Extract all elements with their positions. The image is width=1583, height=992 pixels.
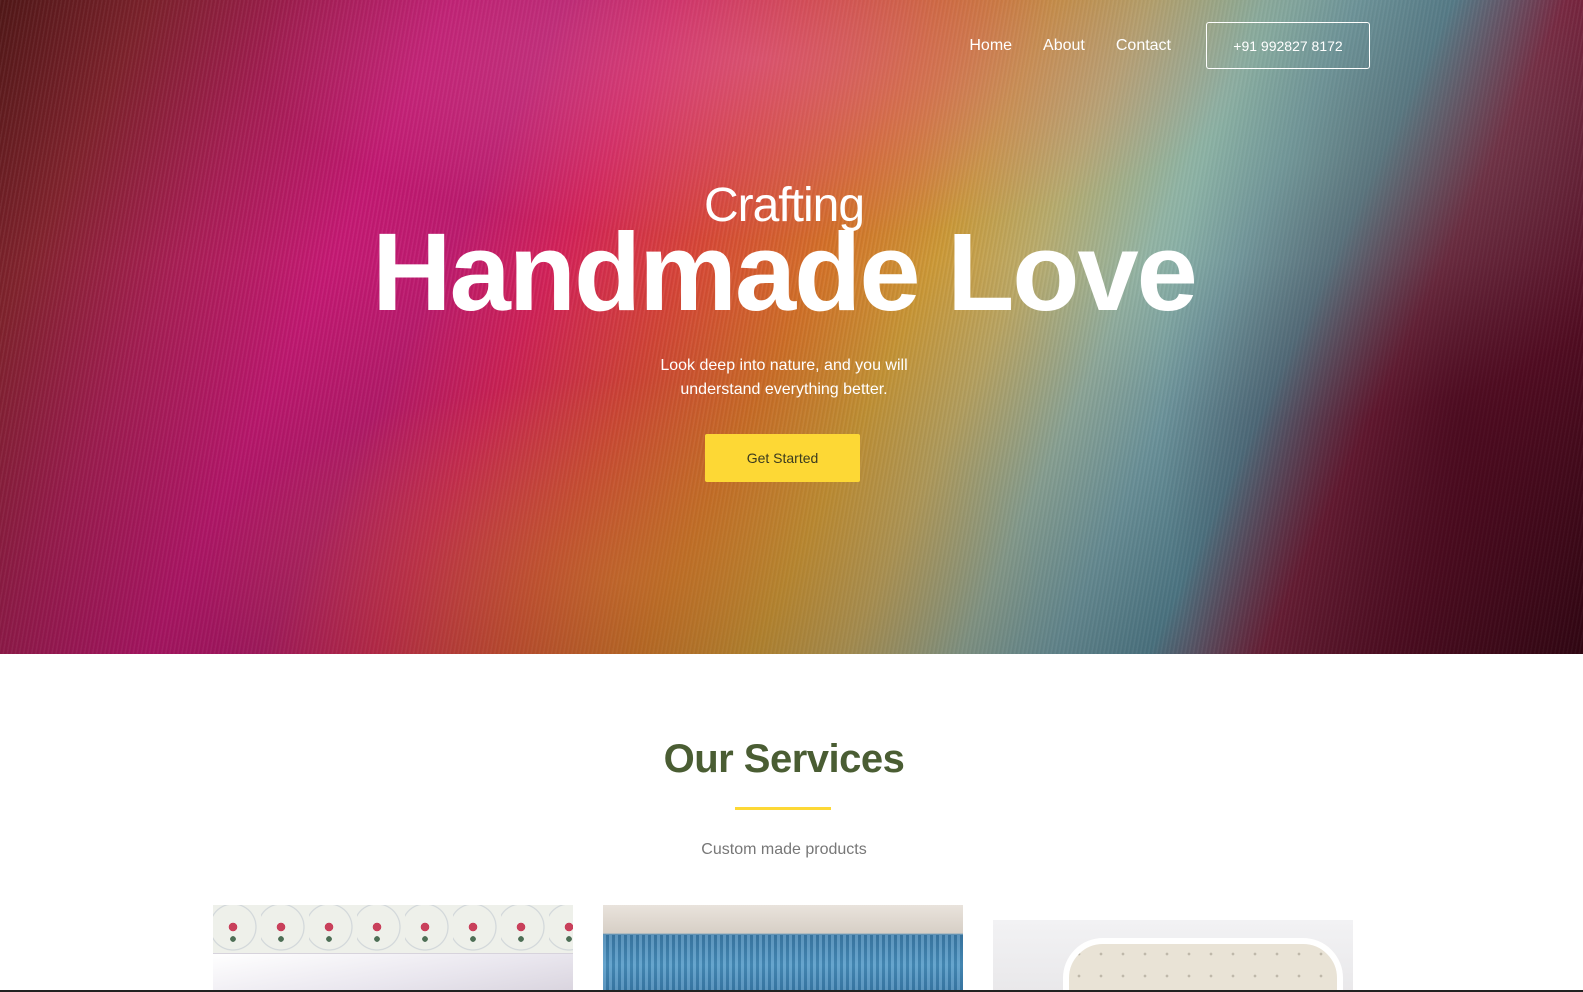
top-nav: Home About Contact +91 992827 8172 (969, 22, 1370, 69)
service-card-blue-blanket[interactable] (603, 905, 963, 992)
services-subtitle: Custom made products (701, 841, 867, 858)
floral-fabric-fold (213, 953, 573, 992)
hero-subtitle-line-2: understand everything better. (680, 381, 888, 398)
hero-title: Handmade Love (372, 211, 1198, 334)
nav-link-home[interactable]: Home (969, 37, 1012, 55)
services-heading: Our Services (663, 737, 905, 781)
service-card-floral-fabric[interactable] (213, 905, 573, 992)
blanket-knit-texture (603, 935, 963, 992)
service-card-headboard[interactable] (993, 920, 1353, 992)
get-started-button[interactable]: Get Started (705, 434, 860, 482)
services-divider (735, 807, 831, 810)
phone-button[interactable]: +91 992827 8172 (1206, 22, 1370, 69)
hero-section: Home About Contact +91 992827 8172 Craft… (0, 0, 1583, 654)
hero-subtitle-line-1: Look deep into nature, and you will (660, 357, 908, 374)
nav-link-contact[interactable]: Contact (1116, 37, 1171, 55)
headboard-shape (1063, 938, 1343, 992)
hero-subtitle: Look deep into nature, and you will unde… (0, 354, 1568, 402)
nav-link-about[interactable]: About (1043, 37, 1085, 55)
